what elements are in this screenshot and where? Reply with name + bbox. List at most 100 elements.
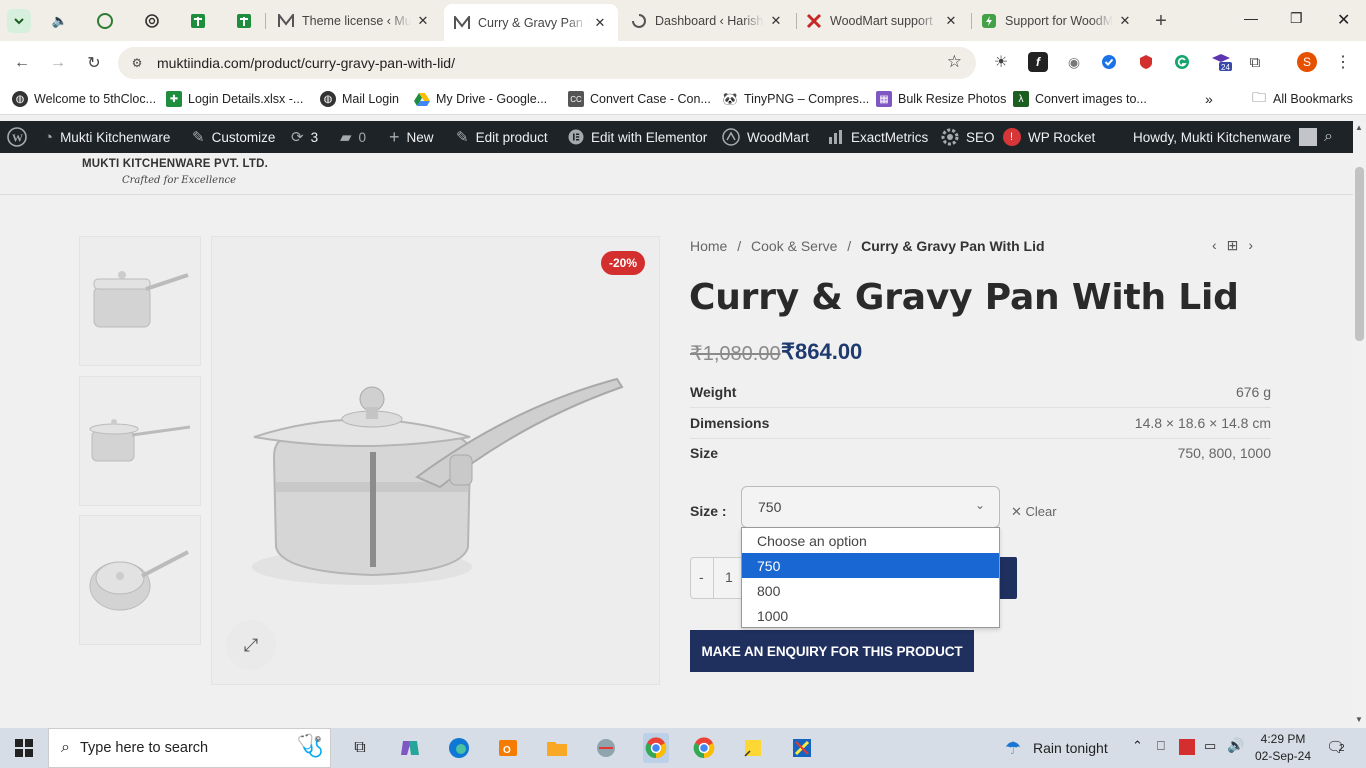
admin-exactmetrics[interactable]: ExactMetrics [828,121,928,153]
grid-icon[interactable]: ⊞ [1227,237,1239,254]
admin-updates[interactable]: ⟳ 3 [291,121,318,153]
pinned-tab-sheets-icon[interactable] [232,9,256,33]
new-tab-icon[interactable]: + [1149,9,1173,33]
bookmark-star-icon[interactable]: ☆ [947,52,962,72]
tab-dashboard[interactable]: Dashboard ‹ Harish ✕ [621,6,794,36]
sticky-notes-icon[interactable] [741,736,765,760]
file-explorer-icon[interactable] [545,736,569,760]
quantity-minus-button[interactable]: - [699,569,704,585]
restore-icon[interactable]: ❐ [1290,10,1303,27]
all-bookmarks[interactable]: 🗀 All Bookmarks [1251,89,1353,107]
show-hidden-icons-icon[interactable]: ⌃ [1132,738,1143,754]
bookmark-item[interactable]: ✚ Login Details.xlsx -... [166,91,303,107]
extension-hat-icon[interactable]: 24 [1209,52,1233,72]
size-option[interactable]: 750 [742,553,999,578]
scroll-down-icon[interactable]: ▼ [1355,715,1363,724]
close-icon[interactable]: ✕ [768,13,784,29]
admin-search-icon[interactable]: ⌕ [1324,121,1333,153]
extensions-puzzle-icon[interactable]: ⧉ [1245,52,1265,72]
chrome-icon[interactable] [692,736,716,760]
app-icon[interactable] [594,736,618,760]
close-window-icon[interactable]: ✕ [1337,10,1350,30]
url-text[interactable]: muktiindia.com/product/curry-gravy-pan-w… [157,55,455,71]
extension-check-icon[interactable] [1099,52,1119,72]
device-icon[interactable]: ⎕ [1157,738,1165,754]
pinned-tab-sheets-icon[interactable] [186,9,210,33]
page-scrollbar[interactable]: ▲ ▼ [1353,121,1366,728]
tab-woodmart-support[interactable]: WoodMart support ✕ [796,6,969,36]
tab-theme-license[interactable]: Theme license ‹ Mukti ✕ [268,6,441,36]
admin-woodmart[interactable]: WoodMart [722,121,809,153]
bookmark-item[interactable]: ◍ Mail Login [320,91,399,107]
admin-comments[interactable]: ▰ 0 [340,121,366,153]
paint-app-icon[interactable] [790,736,814,760]
bookmark-item[interactable]: ◍ Welcome to 5thCloc... [12,91,156,107]
admin-howdy[interactable]: Howdy, Mukti Kitchenware [1133,121,1318,153]
close-icon[interactable]: ✕ [415,13,431,29]
admin-new[interactable]: + New [389,121,434,153]
close-icon[interactable]: ✕ [943,13,959,29]
more-bookmarks-icon[interactable]: » [1205,91,1213,107]
volume-icon[interactable]: 🔊 [1227,737,1244,754]
admin-wp-rocket[interactable]: WP Rocket [1028,121,1095,153]
product-main-image[interactable]: -20% ⤢ [211,236,660,685]
weather-rain-icon[interactable]: ☂ [1000,736,1026,760]
product-thumbnail[interactable] [79,376,201,506]
address-bar[interactable]: ⚙ muktiindia.com/product/curry-gravy-pan… [118,47,976,79]
extension-brightness-icon[interactable]: ☀ [991,52,1011,72]
close-icon[interactable]: ✕ [1117,13,1133,29]
tab-curry-gravy-pan[interactable]: Curry & Gravy Pan With ✕ [444,4,618,41]
minimize-icon[interactable]: — [1244,10,1258,26]
edge-icon[interactable] [447,736,471,760]
scrollbar-thumb[interactable] [1355,167,1364,341]
browser-menu-icon[interactable]: ⋮ [1333,52,1353,72]
size-option[interactable]: 1000 [742,603,999,628]
close-icon[interactable]: ✕ [592,15,608,31]
task-view-icon[interactable]: ⧉ [348,736,372,760]
admin-edit-product[interactable]: ✎ Edit product [456,121,548,153]
next-product-icon[interactable]: › [1248,237,1253,254]
site-logo[interactable]: MUKTI KITCHENWARE PVT. LTD. [82,158,268,170]
pinned-tab-chatgpt-icon[interactable] [140,9,164,33]
pinned-tab-whatsapp-icon[interactable] [93,9,117,33]
clock-time[interactable]: 4:29 PM [1257,732,1309,746]
outlook-icon[interactable]: O [496,736,520,760]
admin-site-name[interactable]: ◔ Mukti Kitchenware [44,121,170,153]
wordpress-logo-icon[interactable]: W [7,121,27,153]
app-tray-icon[interactable] [1179,739,1195,755]
extension-ublock-icon[interactable] [1136,52,1156,72]
site-info-icon[interactable]: ⚙ [126,53,148,73]
forward-icon[interactable]: → [46,52,70,74]
bookmark-item[interactable]: 🐼 TinyPNG – Compres... [722,91,870,107]
network-icon[interactable]: ▭ [1204,738,1216,754]
clock-date[interactable]: 02-Sep-24 [1252,749,1314,763]
product-thumbnail[interactable] [79,236,201,366]
reload-icon[interactable]: ↻ [82,52,106,74]
bookmark-item[interactable]: My Drive - Google... [414,91,547,107]
admin-seo[interactable]: SEO ! [941,121,1021,153]
clear-button[interactable]: ✕ Clear [1011,504,1057,520]
extension-camera-icon[interactable]: ◉ [1064,52,1084,72]
admin-edit-elementor[interactable]: Edit with Elementor [568,121,707,153]
size-option[interactable]: Choose an option [742,528,999,553]
admin-customize[interactable]: ✎ Customize [192,121,275,153]
bookmark-item[interactable]: CC Convert Case - Con... [568,91,711,107]
taskbar-search[interactable]: ⌕ Type here to search 🩺 [48,728,331,768]
pinned-tab-speaker-icon[interactable]: 🔈 [48,9,72,33]
expand-icon[interactable]: ⤢ [226,620,276,670]
tab-support-woodmart[interactable]: Support for WoodMart ✕ [971,6,1143,36]
quantity-value[interactable]: 1 [725,569,733,585]
prev-product-icon[interactable]: ‹ [1212,237,1217,254]
breadcrumb-home[interactable]: Home [690,238,727,254]
tab-search-icon[interactable] [7,9,31,33]
breadcrumb-category[interactable]: Cook & Serve [751,238,837,254]
weather-text[interactable]: Rain tonight [1033,740,1108,756]
size-select[interactable]: 750 ⌄ [741,486,1000,528]
copilot-icon[interactable] [398,736,422,760]
chrome-profile-icon[interactable] [643,733,669,763]
size-option[interactable]: 800 [742,578,999,603]
back-icon[interactable]: ← [10,52,34,74]
bookmark-item[interactable]: ▦ Bulk Resize Photos [876,91,1006,107]
bookmark-item[interactable]: λ Convert images to... [1013,91,1147,107]
product-thumbnail[interactable] [79,515,201,645]
